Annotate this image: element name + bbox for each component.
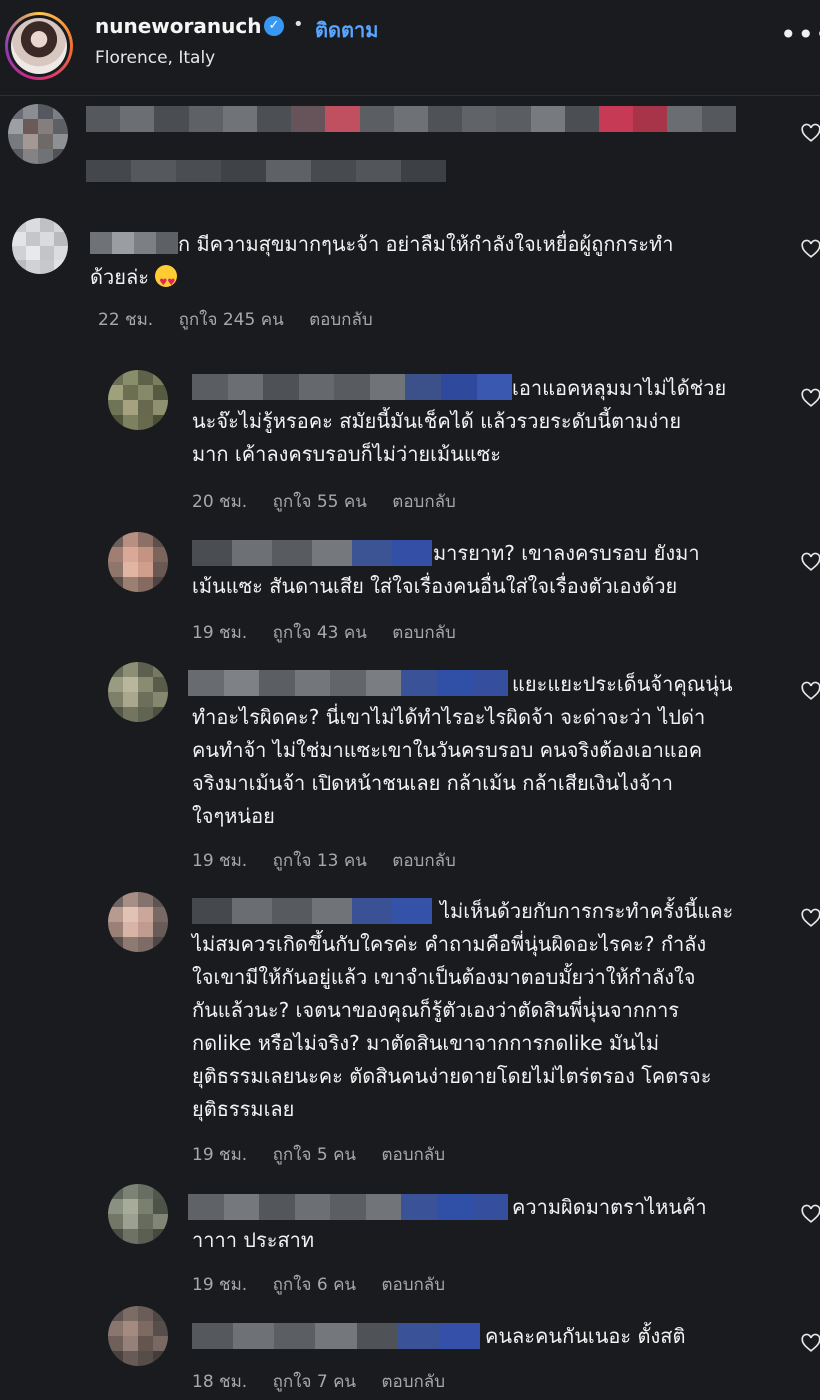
reply-button[interactable]: ตอบกลับ — [392, 851, 456, 871]
avatar[interactable] — [108, 370, 168, 430]
comment-likes[interactable]: ถูกใจ 43 คน — [273, 623, 367, 643]
heart-outline-icon[interactable] — [800, 122, 820, 144]
comment-text: ไม่สมควรเกิดขึ้นกับใครค่ะ คำถามคือพี่นุ่… — [192, 932, 707, 956]
censored-text — [86, 160, 446, 182]
post-header: nuneworanuch ✓ • ติดตาม Florence, Italy … — [0, 0, 820, 96]
comment-text: ด้วยล่ะ — [90, 261, 178, 300]
avatar[interactable] — [12, 218, 68, 274]
more-options-icon[interactable]: ••• — [780, 18, 820, 51]
avatar[interactable] — [8, 104, 68, 164]
comment-time: 20 ชม. — [192, 492, 248, 512]
comment-text: ใจๆหน่อย — [192, 804, 275, 828]
comment-text: ทำอะไรผิดคะ? นี่เขาไม่ได้ทำไรอะไรผิดจ้า … — [192, 705, 706, 729]
comment-likes[interactable]: ถูกใจ 7 คน — [273, 1372, 356, 1392]
comment-text: กดlike หรือไม่จริง? มาตัดสินเขาจากการกดl… — [192, 1031, 660, 1055]
heart-outline-icon[interactable] — [800, 680, 820, 702]
comment-meta: 22 ชม. ถูกใจ 245 คน ตอบกลับ — [98, 306, 393, 333]
censored-username — [192, 898, 432, 924]
comment-text: แยะแยะประเด็นจ้าคุณนุ่น — [512, 672, 733, 696]
avatar[interactable] — [108, 1184, 168, 1244]
profile-username[interactable]: nuneworanuch — [95, 14, 261, 38]
comment-text: คนทำจ้า ไม่ใช่มาแซะเขาในวันครบรอบ คนจริง… — [192, 738, 703, 762]
avatar[interactable] — [108, 532, 168, 592]
follow-button[interactable]: ติดตาม — [315, 14, 378, 46]
comment-likes[interactable]: ถูกใจ 6 คน — [273, 1275, 356, 1295]
comment-text: ใจเขามีให้กันอยู่แล้ว เขาจำเป็นต้องมาตอบ… — [192, 965, 696, 989]
comment-text: เอาแอคหลุมมาไม่ได้ช่วย — [512, 376, 727, 400]
heart-outline-icon[interactable] — [800, 907, 820, 929]
comment-meta: 19 ชม. ถูกใจ 43 คน ตอบกลับ — [192, 619, 476, 646]
comment-text: คนละคนกันเนอะ ตั้งสติ — [485, 1324, 686, 1348]
comment-time: 22 ชม. — [98, 310, 154, 330]
censored-username — [188, 1194, 509, 1220]
censored-username — [192, 540, 432, 566]
censored-text — [86, 106, 736, 132]
verified-badge-icon: ✓ — [264, 16, 284, 36]
comment-time: 19 ชม. — [192, 1275, 248, 1295]
heart-eyes-emoji-icon — [155, 265, 178, 300]
heart-outline-icon[interactable] — [800, 551, 820, 573]
reply-button[interactable]: ตอบกลับ — [381, 1275, 445, 1295]
comment-time: 18 ชม. — [192, 1372, 248, 1392]
comment-time: 19 ชม. — [192, 623, 248, 643]
comment-meta: 19 ชม. ถูกใจ 5 คน ตอบกลับ — [192, 1141, 465, 1168]
comment-text: ยุติธรรมเลย — [192, 1097, 295, 1121]
comment-likes[interactable]: ถูกใจ 13 คน — [273, 851, 367, 871]
censored-username — [192, 374, 513, 400]
comment-meta: 19 ชม. ถูกใจ 13 คน ตอบกลับ — [192, 847, 476, 874]
reply-button[interactable]: ตอบกลับ — [392, 492, 456, 512]
comment-meta: 18 ชม. ถูกใจ 7 คน ตอบกลับ — [192, 1368, 465, 1395]
comment-meta: 20 ชม. ถูกใจ 55 คน ตอบกลับ — [192, 488, 476, 515]
comment-likes[interactable]: ถูกใจ 55 คน — [273, 492, 367, 512]
profile-avatar[interactable] — [5, 12, 73, 80]
comment-text: ไม่เห็นด้วยกับการกระทำครั้งนี้และ — [440, 899, 734, 923]
heart-outline-icon[interactable] — [800, 238, 820, 260]
comment-text: ยุติธรรมเลยนะคะ ตัดสินคนง่ายดายโดยไม่ไตร… — [192, 1064, 712, 1088]
comment-likes[interactable]: ถูกใจ 245 คน — [179, 310, 284, 330]
comment-text: นะจ๊ะไม่รู้หรอคะ สมัยนี้มันเช็คได้ แล้วร… — [192, 409, 682, 433]
comment-text: จริงมาเม้นจ้า เปิดหน้าชนเลย กล้าเม้น กล้… — [192, 771, 673, 795]
reply-button[interactable]: ตอบกลับ — [381, 1372, 445, 1392]
censored-username — [192, 1323, 480, 1349]
comment-time: 19 ชม. — [192, 851, 248, 871]
avatar[interactable] — [108, 1306, 168, 1366]
reply-button[interactable]: ตอบกลับ — [309, 310, 373, 330]
comment-text: มาก เค้าลงครบรอบก็ไม่ว่ายเม้นแซะ — [192, 442, 502, 466]
avatar[interactable] — [108, 892, 168, 952]
censored-username — [188, 670, 509, 696]
comment-text: ก มีความสุขมากๆนะจ้า อย่าลืมให้กำลังใจเห… — [178, 232, 674, 256]
comment-text: ความผิดมาตราไหนค้า — [512, 1195, 707, 1219]
heart-outline-icon[interactable] — [800, 1332, 820, 1354]
reply-button[interactable]: ตอบกลับ — [392, 623, 456, 643]
comment-meta: 19 ชม. ถูกใจ 6 คน ตอบกลับ — [192, 1271, 465, 1298]
comment-time: 19 ชม. — [192, 1145, 248, 1165]
reply-button[interactable]: ตอบกลับ — [381, 1145, 445, 1165]
heart-outline-icon[interactable] — [800, 387, 820, 409]
post-location[interactable]: Florence, Italy — [95, 48, 215, 68]
comment-likes[interactable]: ถูกใจ 5 คน — [273, 1145, 356, 1165]
comment-text: เม้นแซะ สันดานเสีย ใส่ใจเรื่องคนอื่นใส่ใ… — [192, 574, 678, 598]
comment-text: มารยาท? เขาลงครบรอบ ยังมา — [433, 541, 700, 565]
header-separator: • — [293, 14, 304, 35]
avatar[interactable] — [108, 662, 168, 722]
heart-outline-icon[interactable] — [800, 1203, 820, 1225]
comment-text: าาาา ประสาท — [192, 1228, 315, 1252]
comment-text: กันแล้วนะ? เจตนาของคุณก็รู้ตัวเองว่าตัดส… — [192, 998, 680, 1022]
censored-username — [90, 232, 178, 254]
